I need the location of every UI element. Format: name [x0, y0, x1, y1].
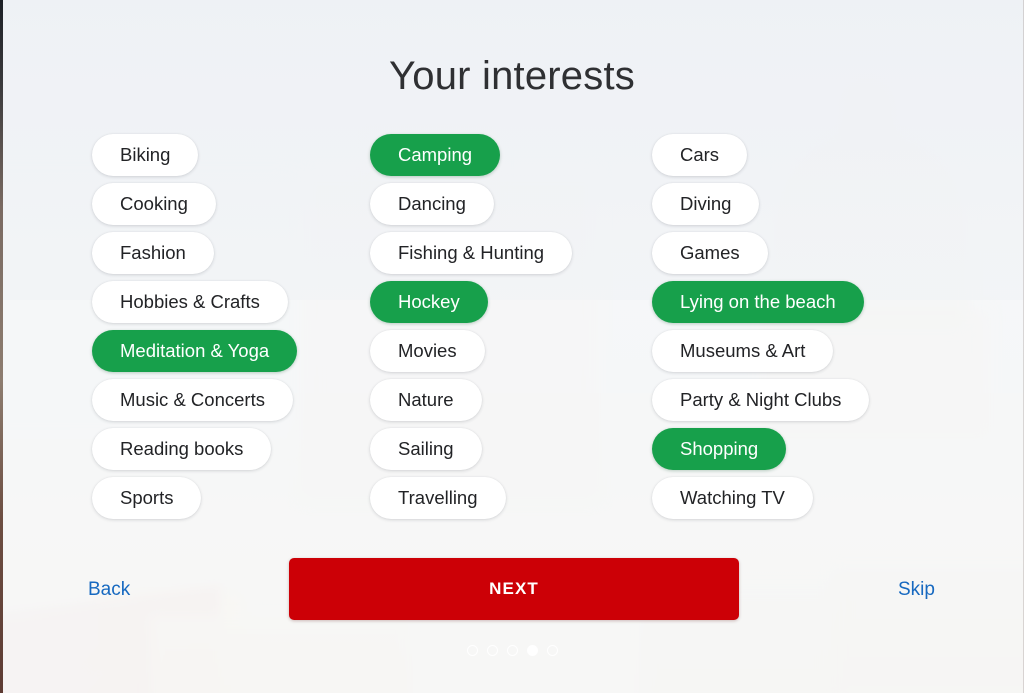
- interest-chip[interactable]: Shopping: [652, 428, 787, 470]
- pagination-dot-active[interactable]: [526, 645, 538, 656]
- interest-chip[interactable]: Lying on the beach: [652, 281, 864, 323]
- interest-column-2: Camping Dancing Fishing & Hunting Hockey Mov…: [370, 134, 573, 519]
- interest-chip[interactable]: Music & Concerts: [92, 379, 293, 421]
- interest-chip[interactable]: Dancing: [370, 183, 494, 225]
- interest-chip[interactable]: Museums & Art: [652, 330, 834, 372]
- interest-chip[interactable]: Hockey: [370, 281, 488, 323]
- interest-chip[interactable]: Sailing: [370, 428, 482, 470]
- interest-chip[interactable]: Diving: [652, 183, 760, 225]
- left-edge-strip: [0, 0, 3, 693]
- onboarding-screen: Your interests Biking Cooking Fashion Hobbi…: [0, 0, 1024, 693]
- interest-chip[interactable]: Cars: [652, 134, 748, 176]
- content-layer: Your interests Biking Cooking Fashion Hobbi…: [0, 0, 1024, 693]
- pagination-dot[interactable]: [466, 645, 478, 656]
- interest-chip[interactable]: Biking: [92, 134, 199, 176]
- interest-chip[interactable]: Cooking: [92, 183, 216, 225]
- interest-chip[interactable]: Reading books: [92, 428, 272, 470]
- pagination-dot[interactable]: [506, 645, 518, 656]
- skip-button[interactable]: Skip: [898, 558, 935, 622]
- interest-chip[interactable]: Meditation & Yoga: [92, 330, 298, 372]
- interest-chip[interactable]: Fishing & Hunting: [370, 232, 573, 274]
- interest-column-1: Biking Cooking Fashion Hobbies & Crafts Medi…: [92, 134, 298, 519]
- interest-column-3: Cars Diving Games Lying on the beach Museums…: [652, 134, 870, 519]
- interest-chip-grid: Biking Cooking Fashion Hobbies & Crafts Medi…: [0, 134, 1024, 524]
- interest-chip[interactable]: Travelling: [370, 477, 506, 519]
- pagination-dot[interactable]: [546, 645, 558, 656]
- next-button[interactable]: NEXT: [289, 558, 739, 620]
- interest-chip[interactable]: Watching TV: [652, 477, 813, 519]
- interest-chip[interactable]: Hobbies & Crafts: [92, 281, 288, 323]
- interest-chip[interactable]: Nature: [370, 379, 482, 421]
- footer-bar: Back NEXT Skip: [0, 558, 1024, 622]
- interest-chip[interactable]: Movies: [370, 330, 485, 372]
- back-button[interactable]: Back: [88, 558, 130, 622]
- interest-chip[interactable]: Camping: [370, 134, 501, 176]
- pagination-dot[interactable]: [486, 645, 498, 656]
- interest-chip[interactable]: Games: [652, 232, 768, 274]
- interest-chip[interactable]: Sports: [92, 477, 202, 519]
- page-title: Your interests: [389, 54, 635, 98]
- interest-chip[interactable]: Fashion: [92, 232, 214, 274]
- pagination-dots: [0, 645, 1024, 656]
- interest-chip[interactable]: Party & Night Clubs: [652, 379, 870, 421]
